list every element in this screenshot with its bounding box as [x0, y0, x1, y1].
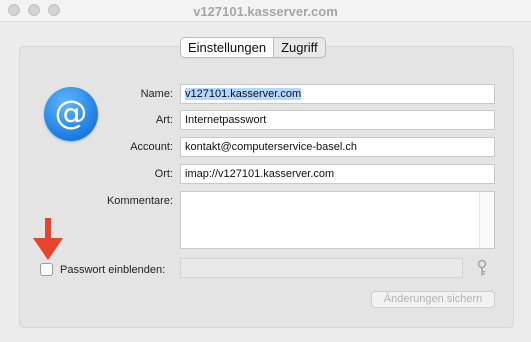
kommentare-label: Kommentare: [106, 195, 173, 207]
art-label: Art: [155, 114, 173, 126]
save-changes-button[interactable]: Änderungen sichern [371, 291, 495, 308]
art-field[interactable]: Internetpasswort [180, 110, 495, 130]
annotation-arrow-icon [33, 218, 63, 260]
name-label: Name: [140, 88, 173, 100]
kommentare-textarea[interactable] [180, 191, 495, 249]
at-sign-icon: @ [44, 87, 98, 141]
name-value: v127101.kasserver.com [185, 88, 302, 100]
at-sign-glyph: @ [54, 93, 88, 132]
tab-zugriff[interactable]: Zugriff [274, 38, 325, 57]
ort-field[interactable]: imap://v127101.kasserver.com [180, 164, 495, 184]
password-field [180, 258, 463, 278]
tab-bar: Einstellungen Zugriff [180, 37, 326, 58]
ort-label: Ort: [154, 168, 173, 180]
window-title: v127101.kasserver.com [193, 4, 338, 19]
show-password-checkbox[interactable] [40, 263, 53, 276]
kommentare-scrollbar[interactable] [479, 192, 494, 248]
name-field[interactable]: v127101.kasserver.com [180, 84, 495, 104]
account-label: Account: [130, 141, 173, 153]
tab-einstellungen[interactable]: Einstellungen [181, 38, 275, 57]
title-bar: v127101.kasserver.com [0, 0, 531, 22]
account-field[interactable]: kontakt@computerservice-basel.ch [180, 137, 495, 157]
key-icon[interactable] [475, 259, 489, 277]
show-password-label: Passwort einblenden: [60, 264, 166, 276]
